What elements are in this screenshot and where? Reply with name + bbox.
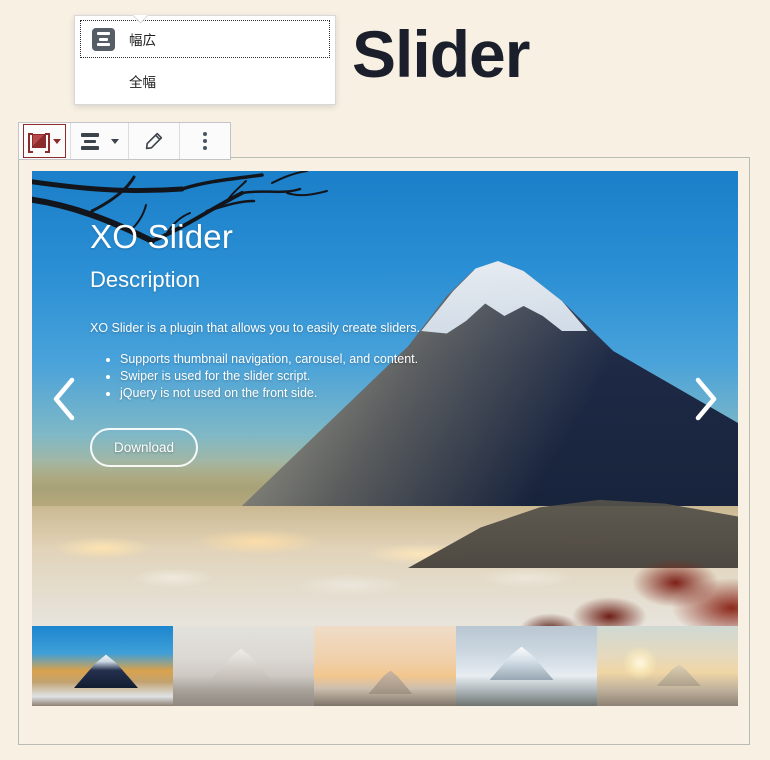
thumbnail-3[interactable] bbox=[314, 626, 456, 706]
thumbnail-2[interactable] bbox=[173, 626, 315, 706]
image-block-icon bbox=[28, 133, 50, 153]
width-options-popover[interactable]: 幅広 全幅 bbox=[74, 15, 336, 105]
list-item: Swiper is used for the slider script. bbox=[120, 368, 520, 385]
editor-canvas: Slider XO Slider Description XO Slider i… bbox=[0, 0, 770, 760]
menu-item-label: 幅広 bbox=[129, 33, 156, 48]
change-alignment-button[interactable] bbox=[75, 124, 124, 158]
thumbnail-1[interactable] bbox=[32, 626, 174, 706]
wide-width-icon bbox=[92, 27, 115, 51]
thumbnail-4[interactable] bbox=[455, 626, 597, 706]
chevron-right-icon[interactable] bbox=[688, 374, 722, 424]
menu-item-label: 全幅 bbox=[129, 75, 156, 90]
pencil-icon bbox=[145, 132, 163, 150]
block-type-image-button[interactable] bbox=[23, 124, 66, 158]
slide-paragraph: XO Slider is a plugin that allows you to… bbox=[90, 321, 421, 335]
thumbnail-5[interactable] bbox=[596, 626, 738, 706]
menu-item-wide-width[interactable]: 幅広 bbox=[80, 20, 330, 58]
more-options-button[interactable] bbox=[184, 124, 226, 158]
thumbnail-navigation[interactable] bbox=[32, 626, 738, 706]
page-title: Slider bbox=[352, 17, 530, 91]
chevron-down-icon bbox=[53, 138, 61, 144]
chevron-down-icon bbox=[111, 138, 119, 144]
full-width-icon bbox=[92, 72, 115, 91]
toolbar-group-block-type bbox=[19, 123, 71, 159]
slide-active[interactable]: XO Slider Description XO Slider is a plu… bbox=[32, 171, 738, 626]
chevron-left-icon[interactable] bbox=[48, 374, 82, 424]
block-toolbar[interactable] bbox=[18, 122, 231, 160]
wide-width-icon bbox=[80, 132, 100, 150]
toolbar-group-alignment bbox=[71, 123, 129, 159]
download-button[interactable]: Download bbox=[90, 428, 199, 467]
list-item: Supports thumbnail navigation, carousel,… bbox=[120, 351, 520, 368]
vertical-ellipsis-icon bbox=[203, 132, 207, 151]
list-item: jQuery is not used on the front side. bbox=[120, 385, 520, 402]
toolbar-group-edit bbox=[129, 123, 180, 159]
slide-feature-list: Supports thumbnail navigation, carousel,… bbox=[120, 351, 520, 402]
toolbar-group-more bbox=[180, 123, 230, 159]
autumn-foliage bbox=[418, 496, 738, 626]
popover-pointer bbox=[130, 15, 150, 26]
slide-copy: XO Slider Description XO Slider is a plu… bbox=[90, 217, 520, 467]
slider-container[interactable]: XO Slider Description XO Slider is a plu… bbox=[32, 171, 738, 706]
slide-subheading: Description bbox=[90, 267, 201, 292]
edit-button[interactable] bbox=[133, 124, 175, 158]
selected-block-frame[interactable]: XO Slider Description XO Slider is a plu… bbox=[18, 157, 750, 745]
menu-item-full-width[interactable]: 全幅 bbox=[80, 62, 330, 100]
slide-heading: XO Slider bbox=[90, 218, 234, 255]
